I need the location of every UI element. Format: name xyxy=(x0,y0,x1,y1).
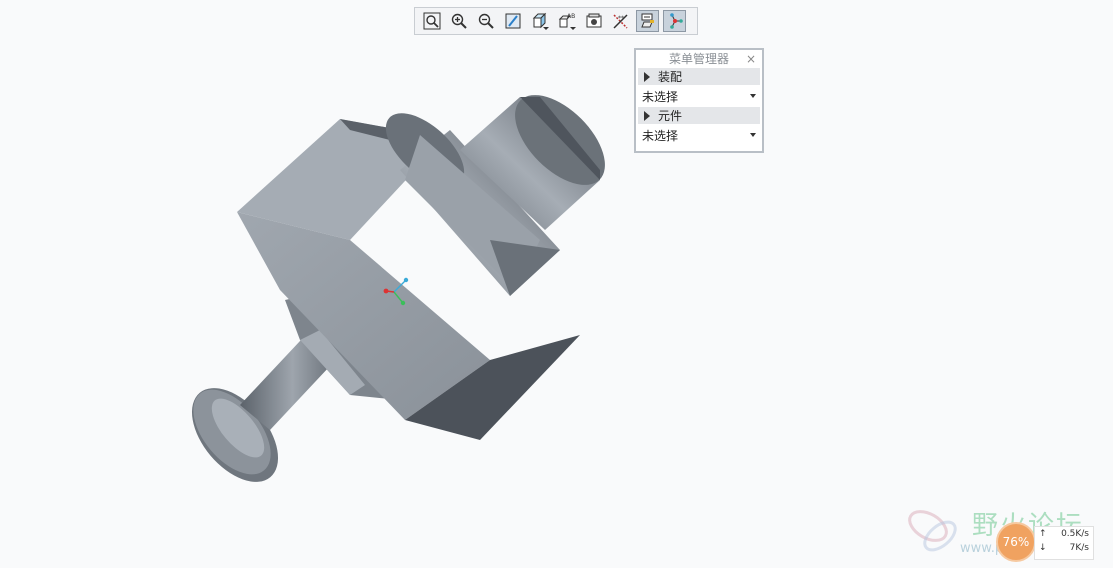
download-speed: 7K/s xyxy=(1069,543,1089,553)
usage-percent-badge: 76% xyxy=(996,522,1036,562)
upload-speed: 0.5K/s xyxy=(1061,529,1089,539)
speed-readout: ↑ 0.5K/s ↓ 7K/s xyxy=(1034,526,1094,560)
network-speed-widget[interactable]: 76% ↑ 0.5K/s ↓ 7K/s xyxy=(996,522,1096,564)
download-arrow-icon: ↓ xyxy=(1039,543,1047,553)
upload-arrow-icon: ↑ xyxy=(1039,529,1047,539)
model-viewport[interactable] xyxy=(0,0,1113,568)
